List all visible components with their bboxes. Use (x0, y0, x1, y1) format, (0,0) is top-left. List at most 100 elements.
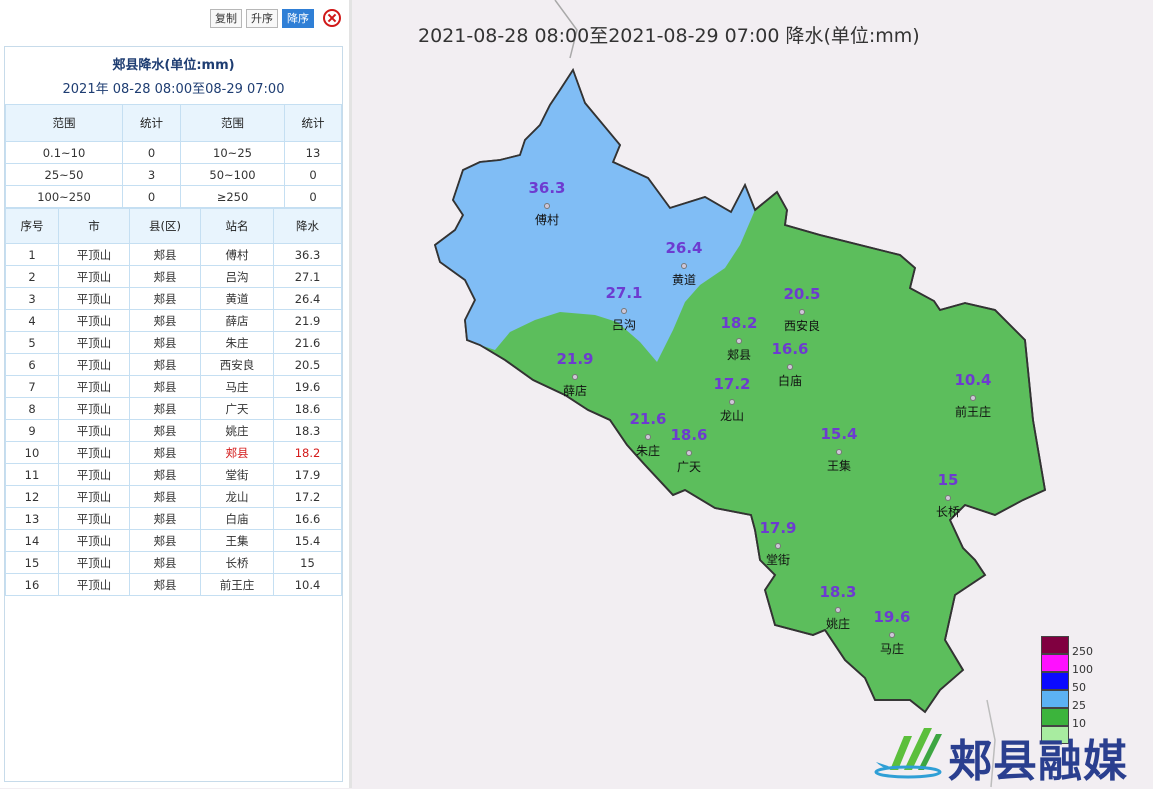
county-cell: 郏县 (129, 309, 201, 332)
station-value: 20.5 (783, 285, 821, 303)
close-icon[interactable] (323, 9, 341, 27)
station-value: 15.4 (820, 425, 858, 443)
sort-descending-button[interactable]: 降序 (282, 8, 314, 28)
rainfall-cell: 17.9 (273, 463, 342, 486)
station-name: 马庄 (879, 642, 904, 656)
city-cell: 平顶山 (58, 573, 130, 596)
count-header: 统计 (122, 104, 181, 142)
city-cell: 平顶山 (58, 375, 130, 398)
legend-label: 250 (1072, 645, 1093, 658)
index-cell: 1 (5, 243, 59, 266)
station-value: 19.6 (873, 608, 911, 626)
map-area[interactable] (355, 0, 1153, 788)
col-header-index[interactable]: 序号 (5, 208, 59, 244)
station-dot-icon (736, 338, 742, 344)
index-cell: 4 (5, 309, 59, 332)
table-row[interactable]: 6 平顶山 郏县 西安良 20.5 (5, 353, 342, 376)
index-cell: 13 (5, 507, 59, 530)
table-row[interactable]: 7 平顶山 郏县 马庄 19.6 (5, 375, 342, 398)
station-cell: 吕沟 (200, 265, 274, 288)
station-cell: 薛店 (200, 309, 274, 332)
station-name: 朱庄 (635, 444, 660, 458)
rainfall-cell: 27.1 (273, 265, 342, 288)
rainfall-cell: 20.5 (273, 353, 342, 376)
panel-subtitle: 2021年 08-28 08:00至08-29 07:00 (62, 82, 285, 97)
col-header-county[interactable]: 县(区) (129, 208, 201, 244)
station-cell: 郏县 (200, 441, 274, 464)
city-cell: 平顶山 (58, 441, 130, 464)
count-cell: 3 (122, 163, 181, 186)
station-dot-icon (686, 450, 692, 456)
rainfall-cell: 19.6 (273, 375, 342, 398)
table-row[interactable]: 1 平顶山 郏县 傅村 36.3 (5, 243, 342, 266)
table-row[interactable]: 5 平顶山 郏县 朱庄 21.6 (5, 331, 342, 354)
range-cell: 25~50 (5, 163, 123, 186)
station-dot-icon (775, 543, 781, 549)
county-cell: 郏县 (129, 463, 201, 486)
station-cell: 前王庄 (200, 573, 274, 596)
station-name: 傅村 (534, 213, 559, 227)
toolbar: 复制 升序 降序 (206, 7, 341, 29)
table-row[interactable]: 11 平顶山 郏县 堂街 17.9 (5, 463, 342, 486)
col-header-station[interactable]: 站名 (200, 208, 274, 244)
range-cell: ≥250 (180, 185, 285, 208)
table-row[interactable]: 4 平顶山 郏县 薛店 21.9 (5, 309, 342, 332)
brand-logo: 郏县融媒 (868, 722, 1148, 787)
col-header-rainfall[interactable]: 降水 (273, 208, 342, 244)
rainfall-cell: 18.6 (273, 397, 342, 420)
city-cell: 平顶山 (58, 551, 130, 574)
city-cell: 平顶山 (58, 485, 130, 508)
city-cell: 平顶山 (58, 353, 130, 376)
index-cell: 6 (5, 353, 59, 376)
county-cell: 郏县 (129, 331, 201, 354)
station-value: 17.9 (759, 519, 797, 537)
station-dot-icon (572, 374, 578, 380)
copy-button[interactable]: 复制 (210, 8, 242, 28)
range-cell: 10~25 (180, 141, 285, 164)
station-cell: 长桥 (200, 551, 274, 574)
rainfall-cell: 36.3 (273, 243, 342, 266)
station-value: 17.2 (713, 375, 751, 393)
station-name: 堂街 (765, 553, 790, 567)
index-cell: 10 (5, 441, 59, 464)
rainfall-cell: 17.2 (273, 485, 342, 508)
table-row[interactable]: 12 平顶山 郏县 龙山 17.2 (5, 485, 342, 508)
index-cell: 16 (5, 573, 59, 596)
county-cell: 郏县 (129, 353, 201, 376)
county-cell: 郏县 (129, 573, 201, 596)
table-row[interactable]: 10 平顶山 郏县 郏县 18.2 (5, 441, 342, 464)
table-row[interactable]: 15 平顶山 郏县 长桥 15 (5, 551, 342, 574)
map-title: 2021-08-28 08:00至2021-08-29 07:00 降水(单位:… (418, 25, 920, 47)
station-name: 龙山 (719, 409, 744, 423)
station-cell: 姚庄 (200, 419, 274, 442)
rainfall-cell: 15 (273, 551, 342, 574)
table-row[interactable]: 13 平顶山 郏县 白庙 16.6 (5, 507, 342, 530)
station-dot-icon (836, 449, 842, 455)
range-cell: 100~250 (5, 185, 123, 208)
station-cell: 西安良 (200, 353, 274, 376)
left-panel: 复制 升序 降序 郏县降水(单位:mm) 2021年 08-28 08:00至0… (0, 0, 352, 788)
rainfall-cell: 10.4 (273, 573, 342, 596)
station-value: 36.3 (528, 179, 566, 197)
index-cell: 8 (5, 397, 59, 420)
table-row[interactable]: 3 平顶山 郏县 黄道 26.4 (5, 287, 342, 310)
county-cell: 郏县 (129, 375, 201, 398)
col-header-city[interactable]: 市 (58, 208, 130, 244)
sort-ascending-button[interactable]: 升序 (246, 8, 278, 28)
count-cell: 13 (284, 141, 342, 164)
table-row[interactable]: 8 平顶山 郏县 广天 18.6 (5, 397, 342, 420)
city-cell: 平顶山 (58, 331, 130, 354)
statistics-panel: 郏县降水(单位:mm) 2021年 08-28 08:00至08-29 07:0… (4, 46, 343, 782)
station-cell: 马庄 (200, 375, 274, 398)
station-dot-icon (835, 607, 841, 613)
table-row[interactable]: 16 平顶山 郏县 前王庄 10.4 (5, 573, 342, 596)
table-row[interactable]: 2 平顶山 郏县 吕沟 27.1 (5, 265, 342, 288)
city-cell: 平顶山 (58, 507, 130, 530)
table-row[interactable]: 14 平顶山 郏县 王集 15.4 (5, 529, 342, 552)
county-cell: 郏县 (129, 397, 201, 420)
table-row[interactable]: 9 平顶山 郏县 姚庄 18.3 (5, 419, 342, 442)
station-dot-icon (889, 632, 895, 638)
index-cell: 9 (5, 419, 59, 442)
index-cell: 3 (5, 287, 59, 310)
rainfall-cell: 26.4 (273, 287, 342, 310)
